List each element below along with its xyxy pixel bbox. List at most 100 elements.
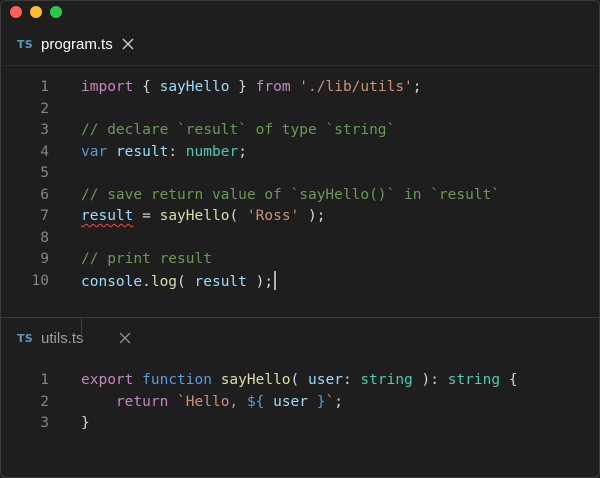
line-number: 3 <box>40 415 49 431</box>
code-token: result <box>194 273 247 290</box>
line-number: 3 <box>40 122 49 138</box>
code-line[interactable]: 5 <box>1 163 599 185</box>
code-token: sayHello <box>159 208 230 224</box>
code-text: // save return value of `sayHello()` in … <box>49 185 500 207</box>
code-token: function <box>142 372 212 388</box>
window-close-button[interactable] <box>10 6 22 18</box>
line-number: 2 <box>40 100 49 117</box>
code-line[interactable]: 1 import { sayHello } from './lib/utils'; <box>1 77 599 99</box>
line-number: 10 <box>31 272 49 289</box>
code-editor-utils[interactable]: 1 export function sayHello( user: string … <box>1 318 599 435</box>
code-token: './lib/utils' <box>299 79 413 95</box>
code-line[interactable]: 3 // declare `result` of type `string` <box>1 120 599 142</box>
code-text: export function sayHello( user: string )… <box>49 370 518 392</box>
tab-program-ts[interactable]: TS program.ts <box>17 23 135 65</box>
code-token: ${ <box>246 393 265 410</box>
tab-label: utils.ts <box>41 329 84 347</box>
indent-guide <box>81 318 82 340</box>
code-token: result <box>81 208 134 224</box>
code-line[interactable]: 2 return `Hello, ${ user }`; <box>1 318 599 414</box>
text-cursor <box>274 270 277 290</box>
code-token: log <box>150 273 178 290</box>
code-token: sayHello <box>220 372 291 388</box>
code-token: `Hello, <box>177 393 247 410</box>
line-number: 8 <box>40 229 49 246</box>
code-line[interactable]: 6 // save return value of `sayHello()` in… <box>1 185 599 207</box>
code-token: ): <box>412 372 448 388</box>
code-token: . <box>142 273 151 290</box>
code-token: ); <box>299 208 326 224</box>
code-text: result = sayHello( 'Ross' ); <box>49 206 326 228</box>
line-number: 4 <box>40 143 49 160</box>
code-text: } <box>49 413 90 435</box>
code-line[interactable]: 3} <box>1 413 599 435</box>
line-number: 7 <box>40 208 49 224</box>
code-token: import <box>81 79 134 95</box>
code-token: number <box>185 143 239 160</box>
code-token: // print result <box>81 251 212 267</box>
code-text: console.log( result ); <box>49 270 277 293</box>
code-token: from <box>255 79 291 95</box>
window-maximize-button[interactable] <box>50 6 62 18</box>
window-minimize-button[interactable] <box>30 6 42 18</box>
code-text: var result: number; <box>49 142 247 164</box>
code-token: // declare `result` of type `string` <box>81 122 396 138</box>
code-line[interactable]: 2 <box>1 99 599 121</box>
close-icon[interactable] <box>121 37 135 51</box>
code-token: return <box>115 393 169 410</box>
code-token: console <box>81 273 143 290</box>
line-number: 6 <box>40 186 49 203</box>
editor-pane-program: TS program.ts 1 import { sayHello } from … <box>1 23 599 292</box>
tab-bar-utils: TS utils.ts <box>1 318 599 358</box>
code-token: result <box>115 143 169 160</box>
code-token: ( <box>290 372 309 388</box>
code-token: 'Ross' <box>246 208 300 224</box>
title-bar <box>1 1 599 23</box>
tab-label: program.ts <box>41 35 113 53</box>
code-token: ` <box>325 393 335 410</box>
line-number: 9 <box>40 251 49 267</box>
code-editor-program[interactable]: 1 import { sayHello } from './lib/utils';… <box>1 66 599 292</box>
code-token: ( <box>177 273 195 290</box>
code-token: : <box>342 372 361 388</box>
code-token: string <box>447 372 501 388</box>
code-line[interactable]: 7 result = sayHello( 'Ross' ); <box>1 206 599 228</box>
code-text: // declare `result` of type `string` <box>49 120 395 142</box>
code-line[interactable]: 4 var result: number; <box>1 142 599 164</box>
line-number: 1 <box>40 79 49 95</box>
tab-utils-ts[interactable]: TS utils.ts <box>17 318 132 358</box>
code-token: ; <box>412 79 422 95</box>
code-token: export <box>81 372 134 388</box>
close-icon[interactable] <box>118 331 132 345</box>
code-token: user <box>308 372 343 388</box>
code-line[interactable]: 10 console.log( result ); <box>1 270 599 293</box>
code-text: return `Hello, ${ user }`; <box>49 392 343 414</box>
code-token: ); <box>246 273 274 290</box>
code-line[interactable]: 8 <box>1 228 599 250</box>
code-token: { <box>500 372 518 388</box>
code-token: sayHello <box>159 79 230 95</box>
code-token: // save return value of `sayHello()` in … <box>81 186 501 203</box>
tab-bar-program: TS program.ts <box>1 23 599 66</box>
code-token: = <box>133 208 160 224</box>
typescript-file-icon: TS <box>17 37 34 51</box>
code-line[interactable]: 1 export function sayHello( user: string … <box>1 370 599 392</box>
code-line[interactable]: 9 // print result <box>1 249 599 271</box>
code-token: { <box>133 79 160 95</box>
line-number: 2 <box>40 393 49 410</box>
code-token: ( <box>229 208 247 224</box>
code-token: var <box>81 143 108 160</box>
code-token: string <box>360 372 413 388</box>
code-token: ; <box>238 143 247 160</box>
editor-pane-utils: TS utils.ts 1 export function sayHello( u… <box>1 318 599 435</box>
code-token: } <box>229 79 256 95</box>
